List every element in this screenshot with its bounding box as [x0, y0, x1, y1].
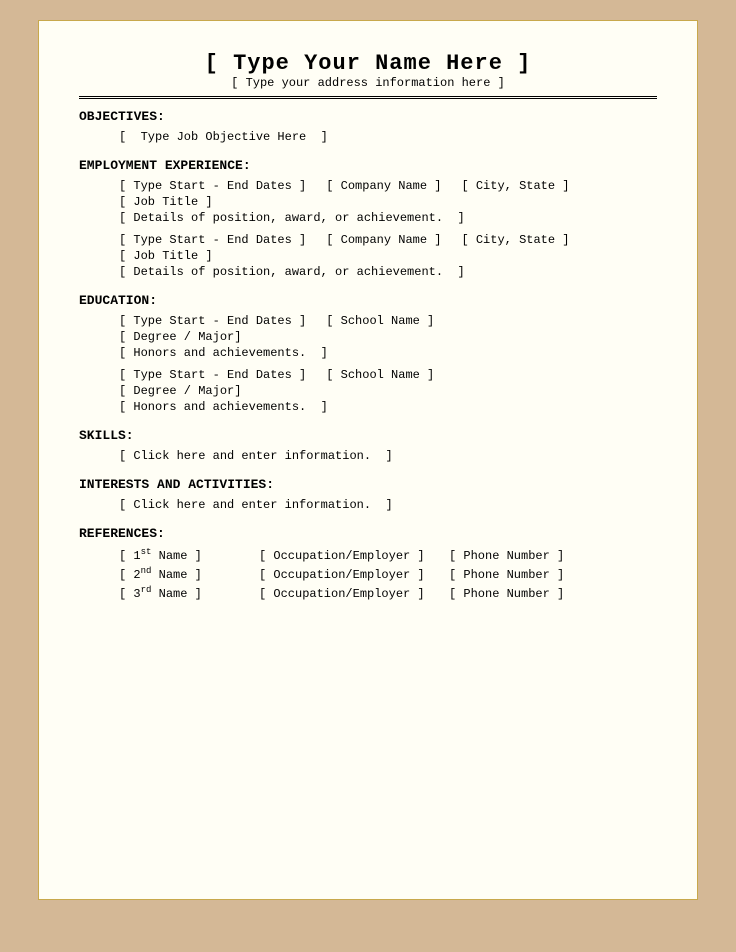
- education-title: EDUCATION:: [79, 293, 657, 308]
- emp1-dates[interactable]: [ Type Start - End Dates ]: [119, 179, 306, 193]
- ref1-occupation[interactable]: [ Occupation/Employer ]: [259, 549, 439, 563]
- ref1-name[interactable]: [ 1st Name ]: [119, 547, 249, 563]
- education-row-2: [ Type Start - End Dates ] [ School Name…: [119, 368, 657, 382]
- objectives-field[interactable]: [ Type Job Objective Here ]: [119, 130, 657, 144]
- ref2-name[interactable]: [ 2nd Name ]: [119, 566, 249, 582]
- ref3-occupation[interactable]: [ Occupation/Employer ]: [259, 587, 439, 601]
- ref-row-3: [ 3rd Name ] [ Occupation/Employer ] [ P…: [119, 585, 657, 601]
- emp2-city[interactable]: [ City, State ]: [461, 233, 569, 247]
- edu1-dates[interactable]: [ Type Start - End Dates ]: [119, 314, 306, 328]
- header: [ Type Your Name Here ] [ Type your addr…: [79, 51, 657, 90]
- interests-field[interactable]: [ Click here and enter information. ]: [119, 498, 657, 512]
- edu2-honors[interactable]: [ Honors and achievements. ]: [119, 400, 657, 414]
- employment-title: EMPLOYMENT EXPERIENCE:: [79, 158, 657, 173]
- education-content: [ Type Start - End Dates ] [ School Name…: [79, 314, 657, 414]
- employment-entry-1: [ Type Start - End Dates ] [ Company Nam…: [119, 179, 657, 225]
- emp2-details[interactable]: [ Details of position, award, or achieve…: [119, 265, 657, 279]
- ref3-name[interactable]: [ 3rd Name ]: [119, 585, 249, 601]
- resume-page: [ Type Your Name Here ] [ Type your addr…: [38, 20, 698, 900]
- edu2-dates[interactable]: [ Type Start - End Dates ]: [119, 368, 306, 382]
- header-name[interactable]: [ Type Your Name Here ]: [79, 51, 657, 76]
- edu1-degree[interactable]: [ Degree / Major]: [119, 330, 657, 344]
- ref2-occupation[interactable]: [ Occupation/Employer ]: [259, 568, 439, 582]
- education-section: EDUCATION: [ Type Start - End Dates ] [ …: [79, 293, 657, 414]
- objectives-content: [ Type Job Objective Here ]: [79, 130, 657, 144]
- emp1-city[interactable]: [ City, State ]: [461, 179, 569, 193]
- interests-title: INTERESTS AND ACTIVITIES:: [79, 477, 657, 492]
- emp1-jobtitle[interactable]: [ Job Title ]: [119, 195, 657, 209]
- employment-entry-2: [ Type Start - End Dates ] [ Company Nam…: [119, 233, 657, 279]
- employment-content: [ Type Start - End Dates ] [ Company Nam…: [79, 179, 657, 279]
- objectives-title: OBJECTIVES:: [79, 109, 657, 124]
- references-title: REFERENCES:: [79, 526, 657, 541]
- emp1-details[interactable]: [ Details of position, award, or achieve…: [119, 211, 657, 225]
- ref-row-1: [ 1st Name ] [ Occupation/Employer ] [ P…: [119, 547, 657, 563]
- skills-title: SKILLS:: [79, 428, 657, 443]
- edu2-school[interactable]: [ School Name ]: [326, 368, 434, 382]
- edu1-school[interactable]: [ School Name ]: [326, 314, 434, 328]
- emp1-company[interactable]: [ Company Name ]: [326, 179, 441, 193]
- ref-row-2: [ 2nd Name ] [ Occupation/Employer ] [ P…: [119, 566, 657, 582]
- education-row-1: [ Type Start - End Dates ] [ School Name…: [119, 314, 657, 328]
- edu2-degree[interactable]: [ Degree / Major]: [119, 384, 657, 398]
- employment-section: EMPLOYMENT EXPERIENCE: [ Type Start - En…: [79, 158, 657, 279]
- interests-section: INTERESTS AND ACTIVITIES: [ Click here a…: [79, 477, 657, 512]
- references-content: [ 1st Name ] [ Occupation/Employer ] [ P…: [79, 547, 657, 601]
- education-entry-1: [ Type Start - End Dates ] [ School Name…: [119, 314, 657, 360]
- objectives-section: OBJECTIVES: [ Type Job Objective Here ]: [79, 109, 657, 144]
- education-entry-2: [ Type Start - End Dates ] [ School Name…: [119, 368, 657, 414]
- ref3-phone[interactable]: [ Phone Number ]: [449, 587, 589, 601]
- header-address[interactable]: [ Type your address information here ]: [79, 76, 657, 90]
- employment-row-2: [ Type Start - End Dates ] [ Company Nam…: [119, 233, 657, 247]
- ref2-phone[interactable]: [ Phone Number ]: [449, 568, 589, 582]
- edu1-honors[interactable]: [ Honors and achievements. ]: [119, 346, 657, 360]
- references-section: REFERENCES: [ 1st Name ] [ Occupation/Em…: [79, 526, 657, 601]
- interests-content: [ Click here and enter information. ]: [79, 498, 657, 512]
- emp2-jobtitle[interactable]: [ Job Title ]: [119, 249, 657, 263]
- employment-row-1: [ Type Start - End Dates ] [ Company Nam…: [119, 179, 657, 193]
- skills-section: SKILLS: [ Click here and enter informati…: [79, 428, 657, 463]
- header-divider: [79, 96, 657, 99]
- skills-content: [ Click here and enter information. ]: [79, 449, 657, 463]
- ref1-phone[interactable]: [ Phone Number ]: [449, 549, 589, 563]
- emp2-dates[interactable]: [ Type Start - End Dates ]: [119, 233, 306, 247]
- emp2-company[interactable]: [ Company Name ]: [326, 233, 441, 247]
- skills-field[interactable]: [ Click here and enter information. ]: [119, 449, 657, 463]
